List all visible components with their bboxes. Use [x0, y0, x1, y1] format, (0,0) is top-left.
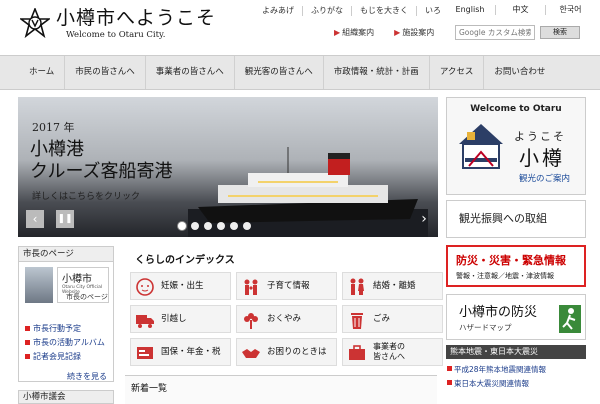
arrow-icon: ▶: [334, 28, 341, 37]
tourism-guide-link[interactable]: 観光のご案内: [519, 172, 570, 184]
hero-cta-link[interactable]: 詳しくはこちらをクリック: [32, 189, 140, 202]
nav-business[interactable]: 事業者の皆さんへ: [146, 56, 235, 89]
mayor-photo[interactable]: [25, 267, 53, 303]
slider-next-button[interactable]: ›: [416, 210, 432, 228]
news-title: 新着一覧: [131, 384, 168, 394]
global-nav: ホーム 市民の皆さんへ 事業者の皆さんへ 観光客の皆さんへ 市政情報・統計・計画…: [0, 55, 600, 90]
slider-dot[interactable]: [178, 222, 186, 230]
site-search: 検索: [455, 25, 583, 41]
hero-slider[interactable]: 2017 年 小樽港 クルーズ客船寄港 詳しくはこちらをクリック ‹ ❚❚ ›: [18, 97, 438, 237]
tile-label: 結婚・離婚: [373, 281, 416, 291]
house-mascot-icon: [459, 124, 503, 169]
tile-trouble-help[interactable]: お困りのときは: [236, 338, 337, 366]
arrow-icon: ▶: [394, 28, 401, 37]
nav-access[interactable]: アクセス: [430, 56, 485, 89]
city-disaster-prevention-banner[interactable]: 小樽市の防災 ハザードマップ: [446, 294, 586, 340]
city-emblem-icon[interactable]: [20, 8, 50, 38]
life-index-title: くらしのインデックス: [135, 255, 235, 266]
disaster-title: 防災・災害・緊急情報: [456, 254, 566, 267]
nav-contact[interactable]: お問い合わせ: [484, 56, 555, 89]
flower-icon: [244, 313, 258, 329]
font-size-link[interactable]: もじを大きく: [351, 6, 416, 16]
health-card-icon: [137, 347, 153, 359]
search-button[interactable]: 検索: [540, 26, 580, 39]
tile-marriage[interactable]: 結婚・離婚: [342, 272, 443, 300]
tile-label: 妊娠・出生: [161, 281, 204, 291]
slider-dot[interactable]: [217, 222, 225, 230]
mayor-more-link[interactable]: 続きを見る: [67, 371, 107, 382]
nav-city-info[interactable]: 市政情報・統計・計画: [324, 56, 430, 89]
slider-dot[interactable]: [243, 222, 251, 230]
furigana-link[interactable]: ふりがな: [302, 6, 351, 16]
baby-icon: [136, 278, 154, 296]
accessibility-menu: よみあげ ふりがな もじを大きく いろ: [254, 6, 449, 16]
tohoku-earthquake-link[interactable]: 東日本大震災関連情報: [446, 378, 586, 389]
mayor-schedule-link[interactable]: 市長行動予定: [25, 323, 81, 334]
slider-pause-button[interactable]: ❚❚: [56, 210, 74, 228]
earthquake-section-header: 熊本地震・東日本大震災: [446, 345, 586, 359]
tile-insurance-pension-tax[interactable]: 国保・年金・税: [130, 338, 231, 366]
news-section: 新着一覧: [125, 375, 437, 404]
welcome-english: Welcome to Otaru: [470, 104, 562, 114]
emergency-exit-icon: [559, 305, 581, 333]
mayor-card-title: 小樽市: [62, 274, 92, 285]
nav-home[interactable]: ホーム: [19, 56, 66, 89]
tile-business[interactable]: 事業者の 皆さんへ: [342, 338, 443, 366]
site-title[interactable]: 小樽市へようこそ: [56, 3, 216, 30]
tile-label: おくやみ: [267, 314, 302, 324]
slider-dot[interactable]: [191, 222, 199, 230]
site-subtitle: Welcome to Otaru City.: [66, 30, 166, 40]
tile-label: ごみ: [373, 314, 391, 324]
tile-label: 子育て情報: [267, 281, 310, 291]
org-guide-link[interactable]: ▶ 組織案内: [334, 27, 374, 38]
tile-label: 引越し: [161, 314, 187, 324]
truck-icon: [136, 315, 154, 328]
slider-prev-button[interactable]: ‹: [26, 210, 44, 228]
nav-residents[interactable]: 市民の皆さんへ: [65, 56, 146, 89]
tile-pregnancy[interactable]: 妊娠・出生: [130, 272, 231, 300]
read-aloud-link[interactable]: よみあげ: [254, 6, 302, 16]
trash-icon: [351, 313, 363, 329]
site-header: 小樽市へようこそ Welcome to Otaru City. よみあげ ふりが…: [0, 0, 600, 54]
kumamoto-earthquake-link[interactable]: 平成28年熊本地震関連情報: [446, 364, 586, 375]
press-conference-link[interactable]: 記者会見記録: [25, 351, 81, 362]
tourism-welcome-banner[interactable]: Welcome to Otaru ようこそ 小樽 観光のご案内: [446, 97, 586, 195]
bousai-title: 小樽市の防災: [459, 305, 538, 320]
header-links: ▶ 組織案内 ▶ 施設案内: [334, 27, 454, 38]
handshake-icon: [242, 349, 260, 358]
disaster-info-banner[interactable]: 防災・災害・緊急情報 警報・注意報／地震・津波情報: [446, 245, 586, 287]
lang-chinese[interactable]: 中文: [495, 5, 545, 15]
slider-dots: [178, 222, 256, 230]
mayor-album-link[interactable]: 市長の活動アルバム: [25, 337, 105, 348]
mayor-page-card[interactable]: 小樽市 Otaru City Official Website 市長のページ: [57, 267, 109, 303]
tile-label: お困りのときは: [267, 347, 327, 357]
tile-garbage[interactable]: ごみ: [342, 305, 443, 333]
tile-label: 事業者の 皆さんへ: [373, 342, 405, 361]
hazard-map-label: ハザードマップ: [459, 323, 512, 332]
city-council-header[interactable]: 小樽市議会: [18, 390, 114, 404]
tile-childcare[interactable]: 子育て情報: [236, 272, 337, 300]
language-menu: English 中文 한국어: [445, 5, 595, 15]
family-icon: [244, 279, 258, 295]
lang-korean[interactable]: 한국어: [545, 5, 595, 15]
briefcase-icon: [349, 345, 365, 360]
tile-moving[interactable]: 引越し: [130, 305, 231, 333]
mayor-page-header[interactable]: 市長のページ: [19, 247, 113, 262]
welcome-japanese-large: 小樽: [519, 146, 565, 170]
tile-condolence[interactable]: おくやみ: [236, 305, 337, 333]
search-input[interactable]: [455, 25, 535, 40]
lang-english[interactable]: English: [445, 5, 495, 15]
couple-icon: [350, 278, 364, 295]
hero-year: 2017 年: [32, 121, 75, 134]
nav-tourists[interactable]: 観光客の皆さんへ: [235, 56, 324, 89]
tourism-promotion-banner[interactable]: 観光振興への取組: [446, 200, 586, 238]
facility-guide-link[interactable]: ▶ 施設案内: [394, 27, 434, 38]
mayor-card-label: 市長のページ: [66, 293, 108, 301]
slider-dot[interactable]: [230, 222, 238, 230]
slider-dot[interactable]: [204, 222, 212, 230]
tile-label: 国保・年金・税: [161, 347, 221, 357]
mayor-page-box: 市長のページ 小樽市 Otaru City Official Website 市…: [18, 246, 114, 382]
disaster-subtitle: 警報・注意報／地震・津波情報: [456, 272, 554, 280]
